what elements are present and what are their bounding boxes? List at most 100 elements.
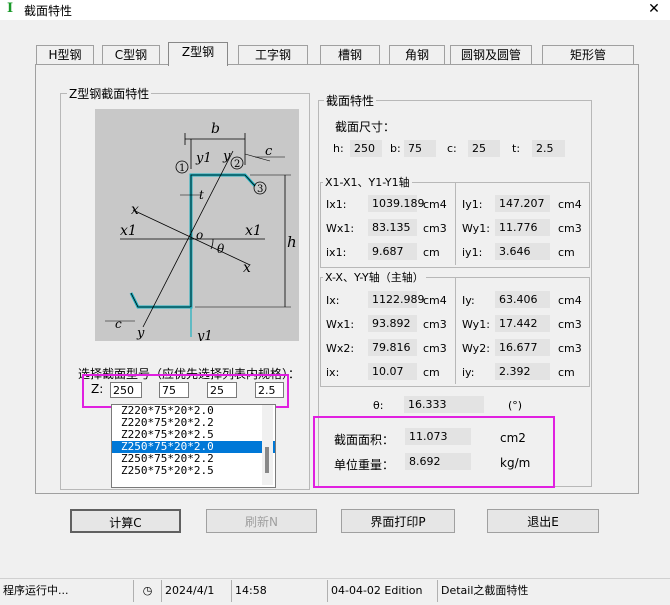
refresh-button[interactable]: 刷新N (206, 509, 317, 533)
wy1-main-unit: cm3 (558, 318, 582, 331)
dim-t-value: 2.5 (532, 140, 565, 157)
axis1-label: X1-X1、Y1-Y1轴 (323, 174, 412, 190)
label-y-top: y (222, 149, 231, 164)
axis2-label: X-X、Y-Y轴（主轴） (323, 269, 426, 285)
ix-value: 1122.989 (368, 291, 425, 308)
diagram-group-label: Z型钢截面特性 (67, 85, 152, 102)
wy2-label: Wy2: (462, 342, 490, 355)
tab-angle[interactable]: 角钢 (389, 45, 445, 65)
status-time: 14:58 (231, 580, 327, 602)
dim-c-label: c: (447, 142, 457, 155)
wy1-unit: cm3 (558, 222, 582, 235)
wx1-main-unit: cm3 (423, 318, 447, 331)
theta-value: 16.333 (404, 396, 484, 413)
status-date: 2024/4/1 (161, 580, 231, 602)
input-c[interactable]: 25 (207, 382, 237, 398)
label-y-bottom: y (136, 326, 145, 341)
tab-h-steel[interactable]: H型钢 (36, 45, 94, 65)
label-x-right: x (243, 260, 251, 276)
status-module: Detail之截面特性 (437, 580, 670, 602)
label-x1-left: x1 (120, 223, 137, 239)
label-theta: θ (217, 242, 225, 256)
iy1-unit: cm4 (558, 198, 582, 211)
status-edition: 04-04-02 Edition (327, 580, 437, 602)
dim-t-label: t: (512, 142, 521, 155)
iy1-value: 147.207 (495, 195, 550, 212)
wx2-label: Wx2: (326, 342, 355, 355)
wx1-main-label: Wx1: (326, 318, 355, 331)
label-t: t (199, 188, 204, 202)
ry-label: iy: (462, 366, 475, 379)
ry1-unit: cm (558, 246, 575, 259)
input-b[interactable]: 75 (159, 382, 189, 398)
section-listbox[interactable]: Z220*75*20*2.0 Z220*75*20*2.2 Z220*75*20… (111, 404, 276, 488)
exit-button[interactable]: 退出E (487, 509, 599, 533)
rx1-label: ix1: (326, 246, 347, 259)
wx1-main-value: 93.892 (368, 315, 417, 332)
weight-label: 单位重量： (334, 458, 395, 472)
ix1-value: 1039.189 (368, 195, 425, 212)
ry-value: 2.392 (495, 363, 550, 380)
axis2-divider (455, 278, 456, 384)
size-label: 截面尺寸： (335, 120, 396, 134)
wy1-main-label: Wy1: (462, 318, 490, 331)
iy-label: Iy: (462, 294, 475, 307)
app-icon: I (6, 1, 14, 16)
area-label: 截面面积： (334, 433, 395, 447)
wy1-label: Wy1: (462, 222, 490, 235)
clock-icon: ◷ (133, 580, 161, 602)
list-item[interactable]: Z250*75*20*2.5 (112, 465, 275, 477)
label-x1-right: x1 (245, 223, 262, 239)
label-n1: 1 (179, 163, 185, 174)
props-group-label: 截面特性 (324, 92, 377, 109)
wx1-unit: cm3 (423, 222, 447, 235)
dim-b-value: 75 (404, 140, 436, 157)
weight-value: 8.692 (405, 453, 471, 470)
tab-i-beam[interactable]: 工字钢 (238, 45, 308, 65)
tab-channel[interactable]: 槽钢 (320, 45, 380, 65)
tab-rect-tube[interactable]: 矩形管 (542, 45, 634, 65)
dim-h-value: 250 (350, 140, 382, 157)
label-c-bottom: c (115, 317, 122, 331)
input-t[interactable]: 2.5 (255, 382, 284, 398)
iy1-label: Iy1: (462, 198, 483, 211)
status-running: 程序运行中... (3, 584, 69, 597)
label-c-top: c (265, 144, 273, 159)
ry1-value: 3.646 (495, 243, 550, 260)
scrollbar-thumb[interactable] (265, 447, 269, 473)
list-scrollbar[interactable] (262, 405, 273, 485)
rx-label: ix: (326, 366, 340, 379)
ix-label: Ix: (326, 294, 340, 307)
ry-unit: cm (558, 366, 575, 379)
print-button[interactable]: 界面打印P (341, 509, 455, 533)
wx1-value: 83.135 (368, 219, 417, 236)
z-prefix: Z: (91, 382, 104, 396)
dim-c-value: 25 (468, 140, 500, 157)
area-value: 11.073 (405, 428, 471, 445)
wy1-value: 11.776 (495, 219, 550, 236)
iy-unit: cm4 (558, 294, 582, 307)
label-origin: o (196, 228, 203, 242)
wx2-unit: cm3 (423, 342, 447, 355)
weight-unit: kg/m (500, 456, 531, 470)
tab-round-tube[interactable]: 圆钢及圆管 (450, 45, 532, 65)
rx1-value: 9.687 (368, 243, 417, 260)
dim-h-label: h: (333, 142, 344, 155)
rx1-unit: cm (423, 246, 440, 259)
result-highlight (313, 416, 555, 488)
calculate-button[interactable]: 计算C (70, 509, 181, 533)
tab-c-steel[interactable]: C型钢 (102, 45, 160, 65)
dim-b-label: b: (390, 142, 401, 155)
ix1-unit: cm4 (423, 198, 447, 211)
window-title: 截面特性 (24, 4, 73, 18)
tab-z-steel[interactable]: Z型钢 (168, 42, 228, 66)
wy1-main-value: 17.442 (495, 315, 550, 332)
label-y1-top: y1 (195, 151, 212, 166)
input-h[interactable]: 250 (110, 382, 142, 398)
close-button[interactable]: ✕ (640, 0, 668, 19)
area-unit: cm2 (500, 431, 526, 445)
wy2-value: 16.677 (495, 339, 550, 356)
axis1-divider (455, 183, 456, 265)
title-bar (0, 0, 670, 20)
ix1-label: Ix1: (326, 198, 347, 211)
